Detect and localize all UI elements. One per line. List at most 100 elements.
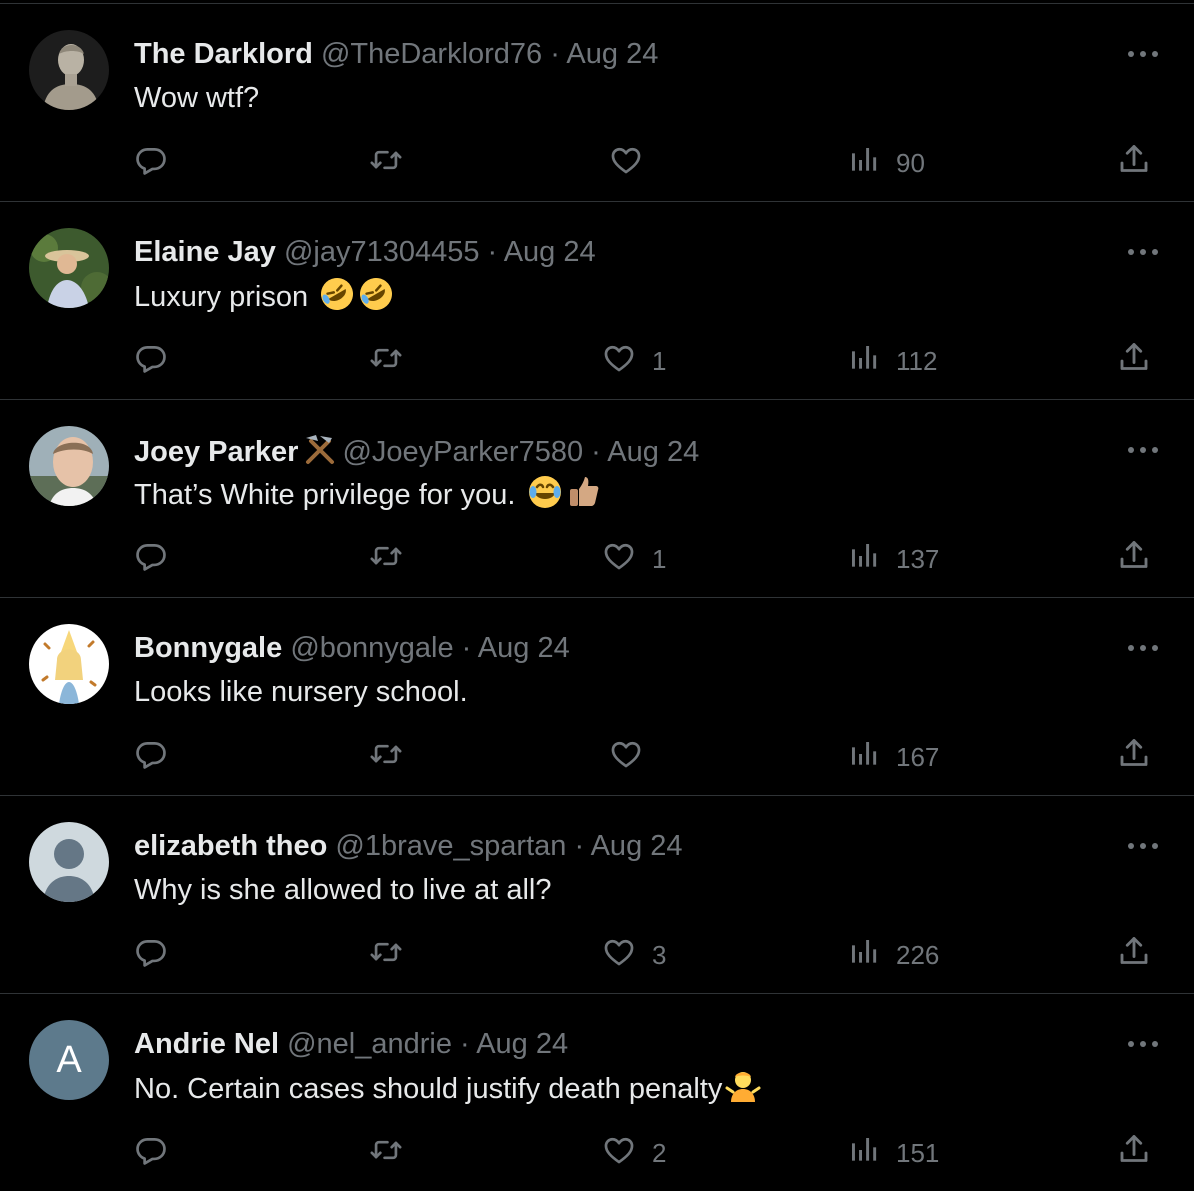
author-name[interactable]: Bonnygale — [134, 632, 282, 664]
retweet-button[interactable] — [368, 341, 404, 381]
separator-dot: · — [461, 632, 472, 664]
views-button[interactable]: 90 — [848, 143, 925, 183]
reply-button[interactable] — [134, 143, 168, 183]
more-options-icon[interactable] — [1126, 242, 1160, 262]
man-photo-avatar[interactable] — [29, 426, 109, 506]
retweet-button[interactable] — [368, 539, 404, 579]
like-button[interactable]: 2 — [602, 1133, 666, 1173]
author-handle[interactable]: @1brave_spartan — [335, 830, 566, 862]
more-options-icon[interactable] — [1126, 836, 1160, 856]
separator-dot: · — [487, 236, 498, 268]
cartoon-girl-avatar[interactable] — [29, 624, 109, 704]
author-handle[interactable]: @TheDarklord76 — [321, 38, 542, 70]
reply-button[interactable] — [134, 341, 168, 381]
initial-avatar[interactable]: A — [29, 1020, 109, 1100]
heart-icon — [602, 539, 636, 580]
share-button[interactable] — [1116, 935, 1152, 975]
author-name[interactable]: Elaine Jay — [134, 236, 276, 268]
tweet[interactable]: Elaine Jay @jay71304455 · Aug 24 Luxury p… — [0, 201, 1194, 399]
views-button[interactable]: 167 — [848, 737, 939, 777]
like-button[interactable] — [609, 737, 643, 777]
like-button[interactable] — [609, 143, 643, 183]
author-name[interactable]: elizabeth theo — [134, 830, 327, 862]
tweet-date[interactable]: Aug 24 — [607, 436, 699, 468]
tweet[interactable]: elizabeth theo @1brave_spartan · Aug 24 W… — [0, 795, 1194, 993]
views-button[interactable]: 151 — [848, 1133, 939, 1173]
share-icon — [1116, 736, 1152, 779]
tweet-header: Joey Parker @JoeyParker7580 · Aug 24 — [134, 430, 699, 477]
rofl-emoji — [319, 276, 355, 323]
tweet[interactable]: The Darklord @TheDarklord76 · Aug 24 Wow … — [0, 3, 1194, 201]
share-button[interactable] — [1116, 143, 1152, 183]
tweet-text-content: Looks like nursery school. — [134, 676, 468, 708]
tweet-header: elizabeth theo @1brave_spartan · Aug 24 — [134, 826, 683, 866]
retweet-icon — [368, 935, 404, 976]
more-options-icon[interactable] — [1126, 440, 1160, 460]
tweet-date[interactable]: Aug 24 — [591, 830, 683, 862]
like-count: 1 — [652, 345, 667, 376]
retweet-button[interactable] — [368, 1133, 404, 1173]
analytics-icon — [848, 737, 880, 778]
share-button[interactable] — [1116, 737, 1152, 777]
view-count: 167 — [896, 741, 940, 772]
separator-dot: · — [550, 38, 560, 70]
tweet[interactable]: Joey Parker @JoeyParker7580 · Aug 24 That’… — [0, 399, 1194, 597]
tweet[interactable]: A Andrie Nel @nel_andrie · Aug 24 No. Cert… — [0, 993, 1194, 1191]
author-name[interactable]: Joey Parker — [134, 436, 298, 468]
reply-button[interactable] — [134, 737, 168, 777]
share-icon — [1116, 538, 1152, 581]
retweet-icon — [368, 341, 404, 382]
tweet[interactable]: Bonnygale @bonnygale · Aug 24 Looks like … — [0, 597, 1194, 795]
author-handle[interactable]: @bonnygale — [290, 632, 453, 664]
reply-icon — [134, 935, 168, 976]
like-button[interactable]: 1 — [602, 341, 666, 381]
analytics-icon — [848, 341, 880, 382]
tweet-date[interactable]: Aug 24 — [504, 236, 596, 268]
retweet-button[interactable] — [368, 737, 404, 777]
retweet-button[interactable] — [368, 935, 404, 975]
woman-sunhat-photo-avatar[interactable] — [29, 228, 109, 308]
view-count: 90 — [896, 147, 925, 178]
tears-of-joy-emoji — [527, 474, 563, 521]
views-button[interactable]: 226 — [848, 935, 939, 975]
view-count: 226 — [896, 939, 940, 970]
share-icon — [1116, 340, 1152, 383]
author-name[interactable]: The Darklord — [134, 38, 313, 70]
more-options-icon[interactable] — [1126, 638, 1160, 658]
retweet-button[interactable] — [368, 143, 404, 183]
analytics-icon — [848, 539, 880, 580]
reply-icon — [134, 737, 168, 778]
author-name[interactable]: Andrie Nel — [134, 1028, 279, 1060]
author-handle[interactable]: @JoeyParker7580 — [342, 436, 583, 468]
views-button[interactable]: 137 — [848, 539, 939, 579]
tweet-header: The Darklord @TheDarklord76 · Aug 24 — [134, 34, 658, 74]
statue-bust-avatar[interactable] — [29, 30, 109, 110]
share-button[interactable] — [1116, 1133, 1152, 1173]
more-options-icon[interactable] — [1126, 1034, 1160, 1054]
default-person-avatar[interactable] — [29, 822, 109, 902]
thumbs-up-emoji — [566, 474, 602, 521]
share-button[interactable] — [1116, 341, 1152, 381]
tweet-date[interactable]: Aug 24 — [566, 38, 658, 70]
reply-button[interactable] — [134, 539, 168, 579]
like-button[interactable]: 3 — [602, 935, 666, 975]
tweet-text: Luxury prison — [134, 276, 394, 323]
heart-icon — [602, 935, 636, 976]
like-count: 2 — [652, 1137, 667, 1168]
share-button[interactable] — [1116, 539, 1152, 579]
author-handle[interactable]: @jay71304455 — [284, 236, 480, 268]
retweet-icon — [368, 1133, 404, 1174]
share-icon — [1116, 1132, 1152, 1175]
tweet-date[interactable]: Aug 24 — [476, 1028, 568, 1060]
retweet-icon — [368, 737, 404, 778]
reply-icon — [134, 1133, 168, 1174]
view-count: 151 — [896, 1137, 940, 1168]
more-options-icon[interactable] — [1126, 44, 1160, 64]
reply-button[interactable] — [134, 935, 168, 975]
tweet-date[interactable]: Aug 24 — [478, 632, 570, 664]
views-button[interactable]: 112 — [848, 341, 937, 381]
tweet-text: No. Certain cases should justify death p… — [134, 1068, 761, 1115]
author-handle[interactable]: @nel_andrie — [287, 1028, 452, 1060]
like-button[interactable]: 1 — [602, 539, 666, 579]
reply-button[interactable] — [134, 1133, 168, 1173]
